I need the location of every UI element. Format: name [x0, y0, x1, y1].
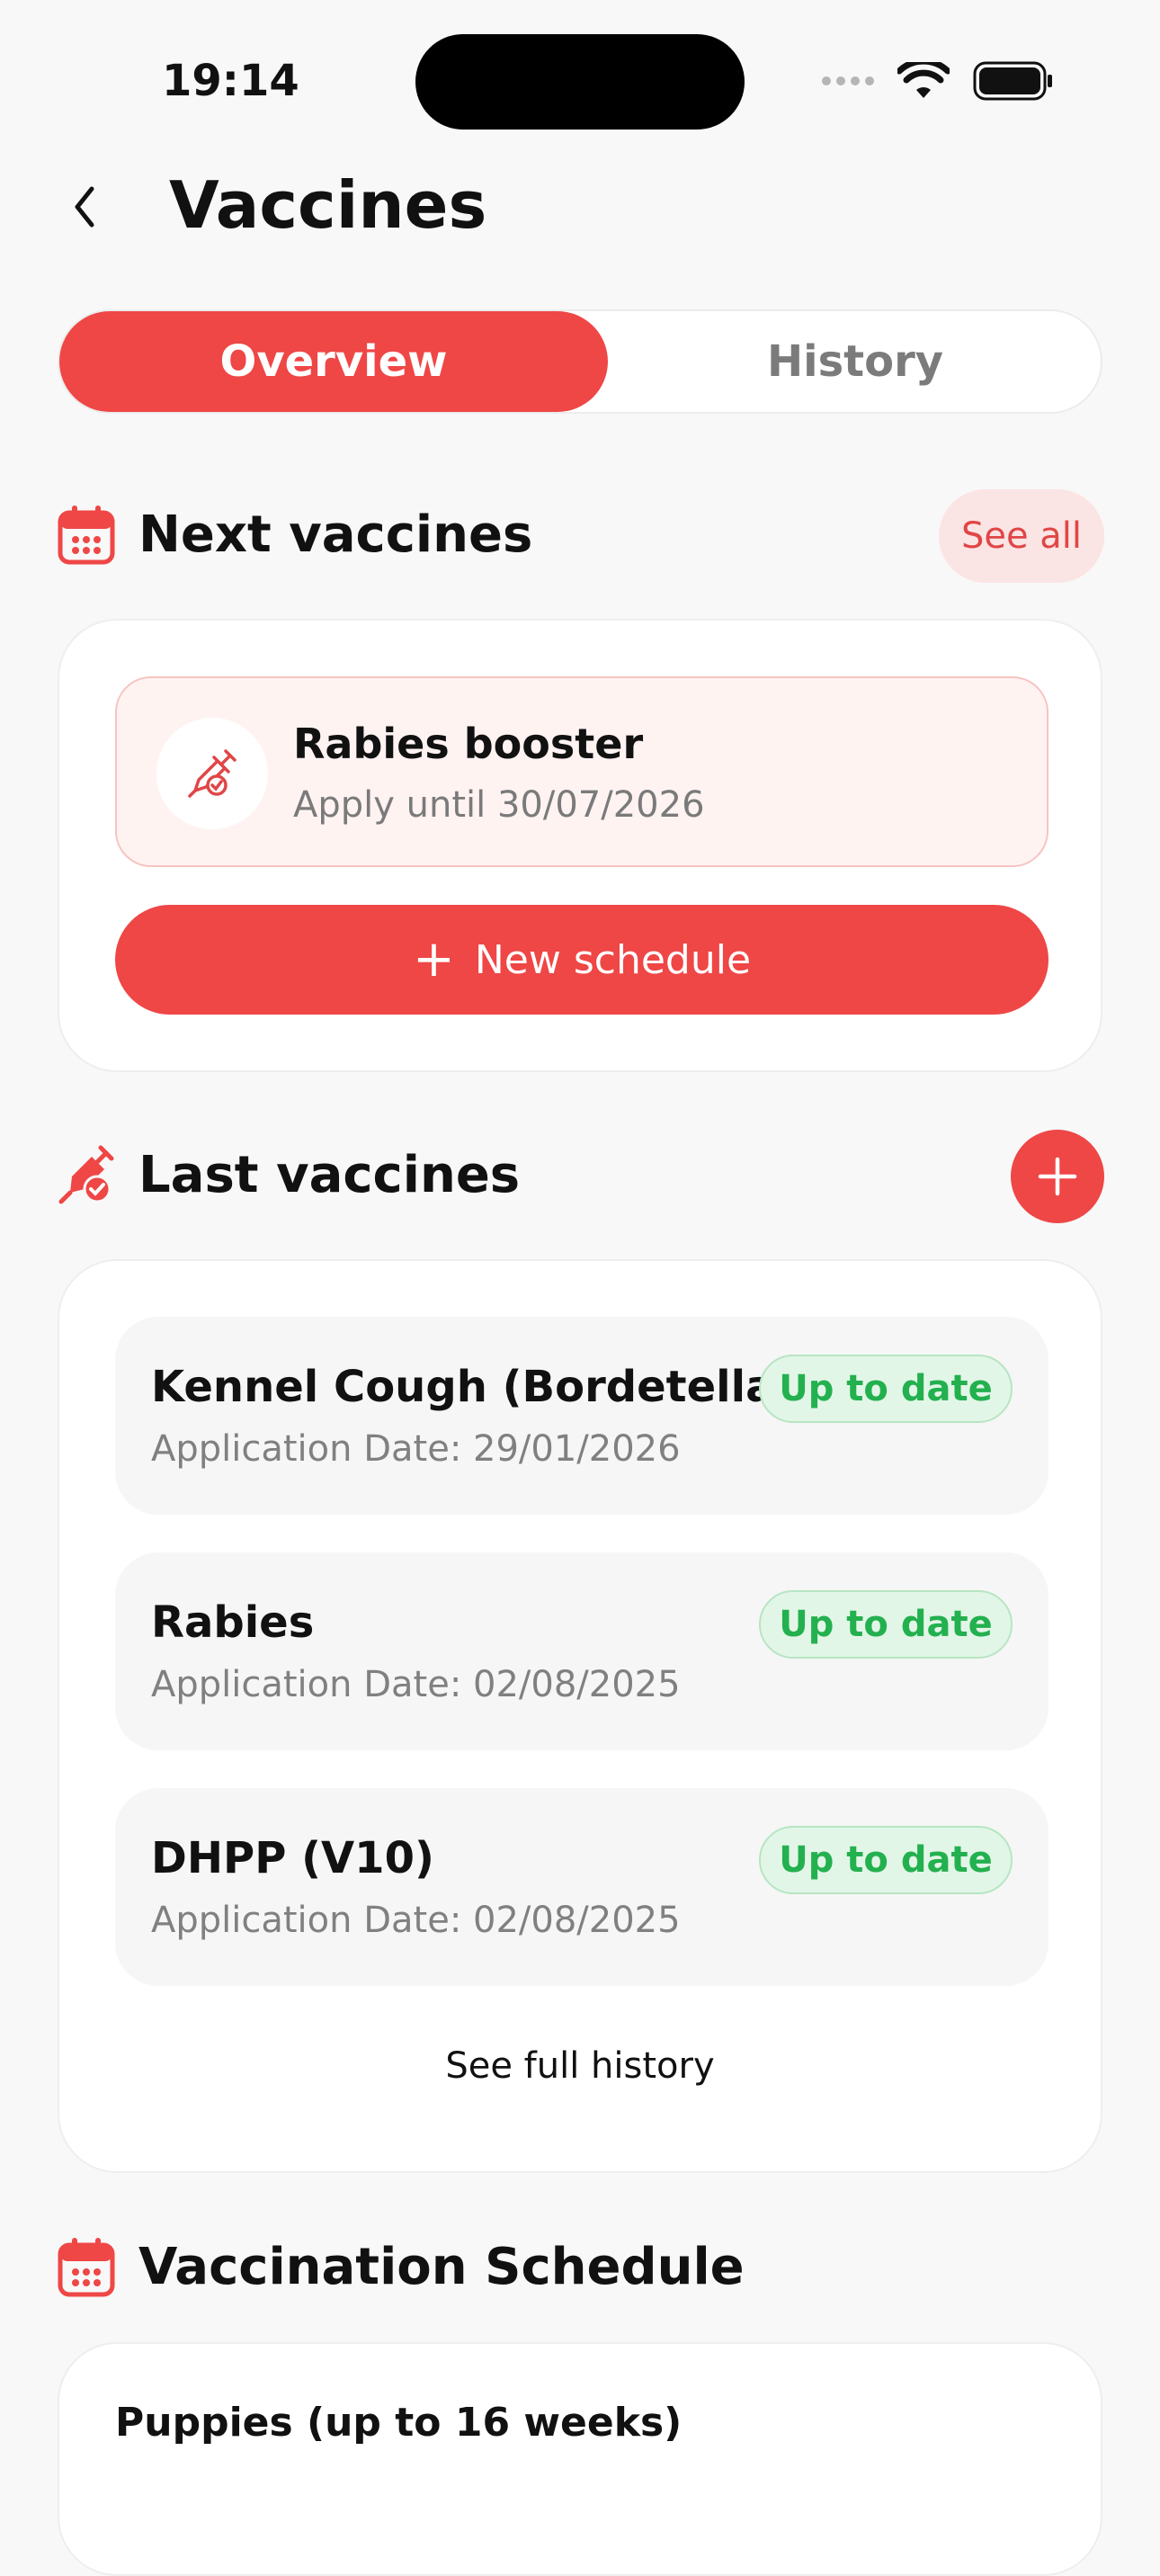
- next-vaccine-name: Rabies booster: [293, 720, 644, 768]
- add-vaccine-button[interactable]: [1011, 1130, 1104, 1223]
- vaccine-date: Application Date: 29/01/2026: [151, 1428, 681, 1470]
- back-chevron-icon[interactable]: [65, 180, 104, 234]
- schedule-group-title: Puppies (up to 16 weeks): [115, 2400, 683, 2446]
- next-vaccines-title: Next vaccines: [138, 505, 533, 564]
- plus-icon: [1038, 1157, 1077, 1196]
- vaccine-name: DHPP (V10): [151, 1833, 434, 1883]
- new-schedule-label: New schedule: [474, 936, 752, 983]
- vaccine-date: Application Date: 02/08/2025: [151, 1900, 681, 1941]
- plus-icon: +: [412, 930, 455, 988]
- last-vaccines-card: Kennel Cough (Bordetella) Application Da…: [58, 1259, 1102, 2173]
- last-vaccines-header: Last vaccines: [58, 1144, 520, 1205]
- next-vaccine-item[interactable]: Rabies booster Apply until 30/07/2026: [115, 676, 1048, 867]
- wifi-icon: [897, 62, 950, 98]
- vaccine-row[interactable]: Rabies Application Date: 02/08/2025 Up t…: [115, 1552, 1048, 1750]
- next-vaccines-card: Rabies booster Apply until 30/07/2026 + …: [58, 619, 1102, 1072]
- status-badge: Up to date: [759, 1826, 1013, 1894]
- tab-overview[interactable]: Overview: [59, 311, 608, 412]
- battery-icon: [973, 61, 1052, 101]
- status-time: 19:14: [162, 56, 299, 106]
- tab-switcher: Overview History: [58, 309, 1102, 414]
- status-icons: [822, 61, 1054, 101]
- vaccine-name: Kennel Cough (Bordetella): [151, 1362, 795, 1412]
- next-vaccine-due: Apply until 30/07/2026: [293, 784, 705, 826]
- see-full-history-link[interactable]: See full history: [59, 2045, 1101, 2087]
- page-title: Vaccines: [169, 167, 487, 243]
- syringe-check-icon: [58, 1145, 114, 1204]
- vaccine-date: Application Date: 02/08/2025: [151, 1664, 681, 1705]
- vaccination-schedule-header: Vaccination Schedule: [58, 2236, 745, 2297]
- syringe-check-icon: [156, 718, 268, 829]
- status-badge: Up to date: [759, 1355, 1013, 1423]
- calendar-icon: [58, 505, 115, 565]
- signal-icon: [822, 76, 874, 85]
- tab-history[interactable]: History: [608, 311, 1102, 412]
- status-badge: Up to date: [759, 1590, 1013, 1659]
- vaccine-row[interactable]: Kennel Cough (Bordetella) Application Da…: [115, 1317, 1048, 1515]
- dynamic-island: [415, 34, 745, 130]
- calendar-icon: [58, 2238, 115, 2297]
- see-all-button[interactable]: See all: [939, 489, 1104, 583]
- vaccination-schedule-title: Vaccination Schedule: [138, 2237, 745, 2296]
- vaccine-name: Rabies: [151, 1597, 315, 1648]
- next-vaccines-header: Next vaccines: [58, 504, 532, 565]
- vaccine-row[interactable]: DHPP (V10) Application Date: 02/08/2025 …: [115, 1788, 1048, 1986]
- vaccination-schedule-card: Puppies (up to 16 weeks): [58, 2342, 1102, 2576]
- new-schedule-button[interactable]: + New schedule: [115, 905, 1048, 1015]
- last-vaccines-title: Last vaccines: [138, 1145, 521, 1204]
